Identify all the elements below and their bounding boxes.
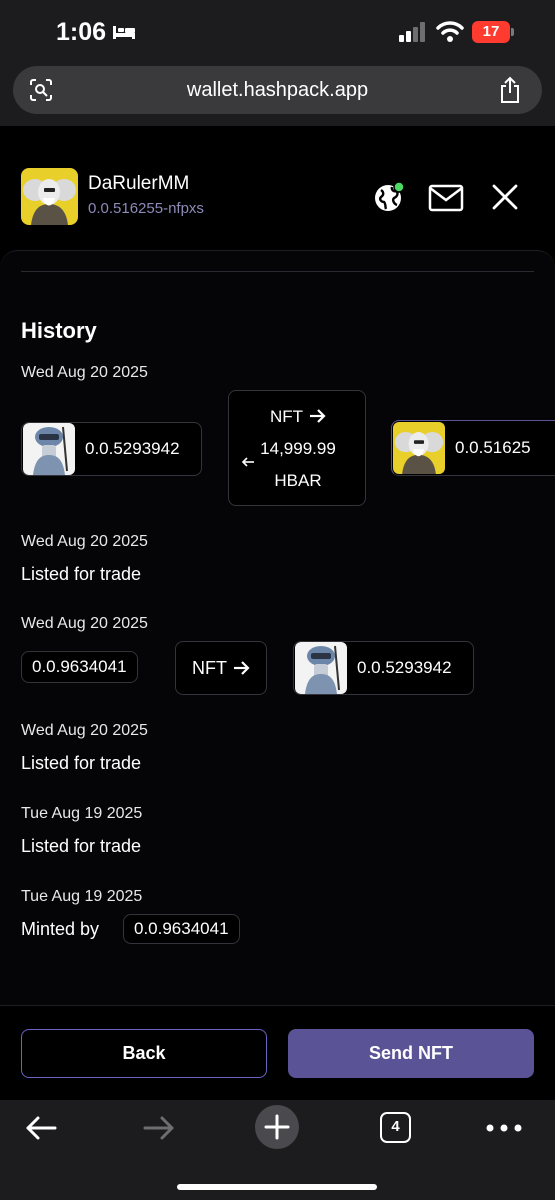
- nft-transfer-label: NFT: [175, 641, 267, 695]
- trade-amount: 14,999.99: [260, 439, 336, 458]
- send-nft-button[interactable]: Send NFT: [288, 1029, 534, 1078]
- account-id-text: 0.0.5293942: [85, 439, 180, 458]
- avatar[interactable]: [21, 168, 78, 225]
- to-account-pill[interactable]: 0.0.51625: [391, 420, 555, 476]
- bed-icon: [113, 26, 135, 39]
- account-thumbnail: [393, 422, 445, 474]
- trade-currency: HBAR: [274, 471, 322, 490]
- event-date: Wed Aug 20 2025: [21, 615, 148, 632]
- back-button[interactable]: Back: [21, 1029, 267, 1078]
- account-name: DaRulerMM: [88, 173, 190, 194]
- event-date: Wed Aug 20 2025: [21, 722, 148, 739]
- account-thumbnail: [295, 642, 347, 694]
- nft-history-panel: History Wed Aug 20 2025 0.0.5293942 NFT …: [0, 250, 555, 1010]
- share-icon[interactable]: [499, 76, 521, 104]
- transfer-label-text: NFT: [192, 657, 227, 678]
- trade-summary: NFT 14,999.99 HBAR: [228, 390, 366, 506]
- trade-nft-label: NFT: [269, 407, 304, 426]
- nav-back-icon[interactable]: [24, 1114, 58, 1142]
- close-icon[interactable]: [490, 182, 520, 212]
- browser-top-bar: wallet.hashpack.app: [0, 62, 555, 126]
- account-id-text: 0.0.51625: [455, 438, 531, 457]
- event-date: Wed Aug 20 2025: [21, 533, 148, 550]
- trade-nft-line: NFT: [229, 407, 367, 427]
- status-bar: 1:06 17: [0, 0, 555, 62]
- nav-forward-icon[interactable]: [142, 1114, 176, 1142]
- more-icon[interactable]: [486, 1124, 522, 1132]
- action-footer: Back Send NFT: [0, 1005, 555, 1100]
- event-date: Tue Aug 19 2025: [21, 805, 143, 822]
- event-description: Minted by: [21, 919, 100, 939]
- tabs-button[interactable]: 4: [380, 1112, 411, 1143]
- plus-icon: [264, 1114, 290, 1140]
- account-id[interactable]: 0.0.516255-nfpxs: [88, 200, 204, 217]
- signal-icon: [399, 22, 425, 42]
- wifi-icon: [436, 21, 464, 42]
- browser-toolbar: 4: [0, 1100, 555, 1200]
- battery-indicator: 17: [472, 21, 514, 43]
- home-indicator[interactable]: [177, 1184, 377, 1190]
- history-title: History: [21, 318, 97, 343]
- account-header: DaRulerMM 0.0.516255-nfpxs: [0, 126, 555, 256]
- event-date: Wed Aug 20 2025: [21, 364, 148, 381]
- new-tab-button[interactable]: [255, 1105, 299, 1149]
- from-account-pill[interactable]: 0.0.9634041: [21, 651, 138, 683]
- battery-level: 17: [482, 23, 500, 40]
- event-description: Listed for trade: [21, 564, 142, 584]
- arrow-right-icon: [234, 661, 250, 675]
- account-id-text: 0.0.5293942: [357, 658, 452, 677]
- mail-icon[interactable]: [428, 184, 464, 212]
- event-description: Listed for trade: [21, 836, 142, 856]
- to-account-pill[interactable]: 0.0.5293942: [293, 641, 474, 695]
- minter-account-pill[interactable]: 0.0.9634041: [123, 914, 240, 944]
- account-thumbnail: [23, 423, 75, 475]
- globe-icon[interactable]: [372, 180, 406, 214]
- divider: [21, 271, 534, 272]
- from-account-pill[interactable]: 0.0.5293942: [21, 422, 202, 476]
- event-description: Listed for trade: [21, 753, 142, 773]
- status-time: 1:06: [56, 18, 107, 46]
- url-text[interactable]: wallet.hashpack.app: [13, 79, 542, 102]
- arrow-right-icon: [310, 409, 326, 423]
- url-bar[interactable]: wallet.hashpack.app: [13, 66, 542, 114]
- event-date: Tue Aug 19 2025: [21, 888, 143, 905]
